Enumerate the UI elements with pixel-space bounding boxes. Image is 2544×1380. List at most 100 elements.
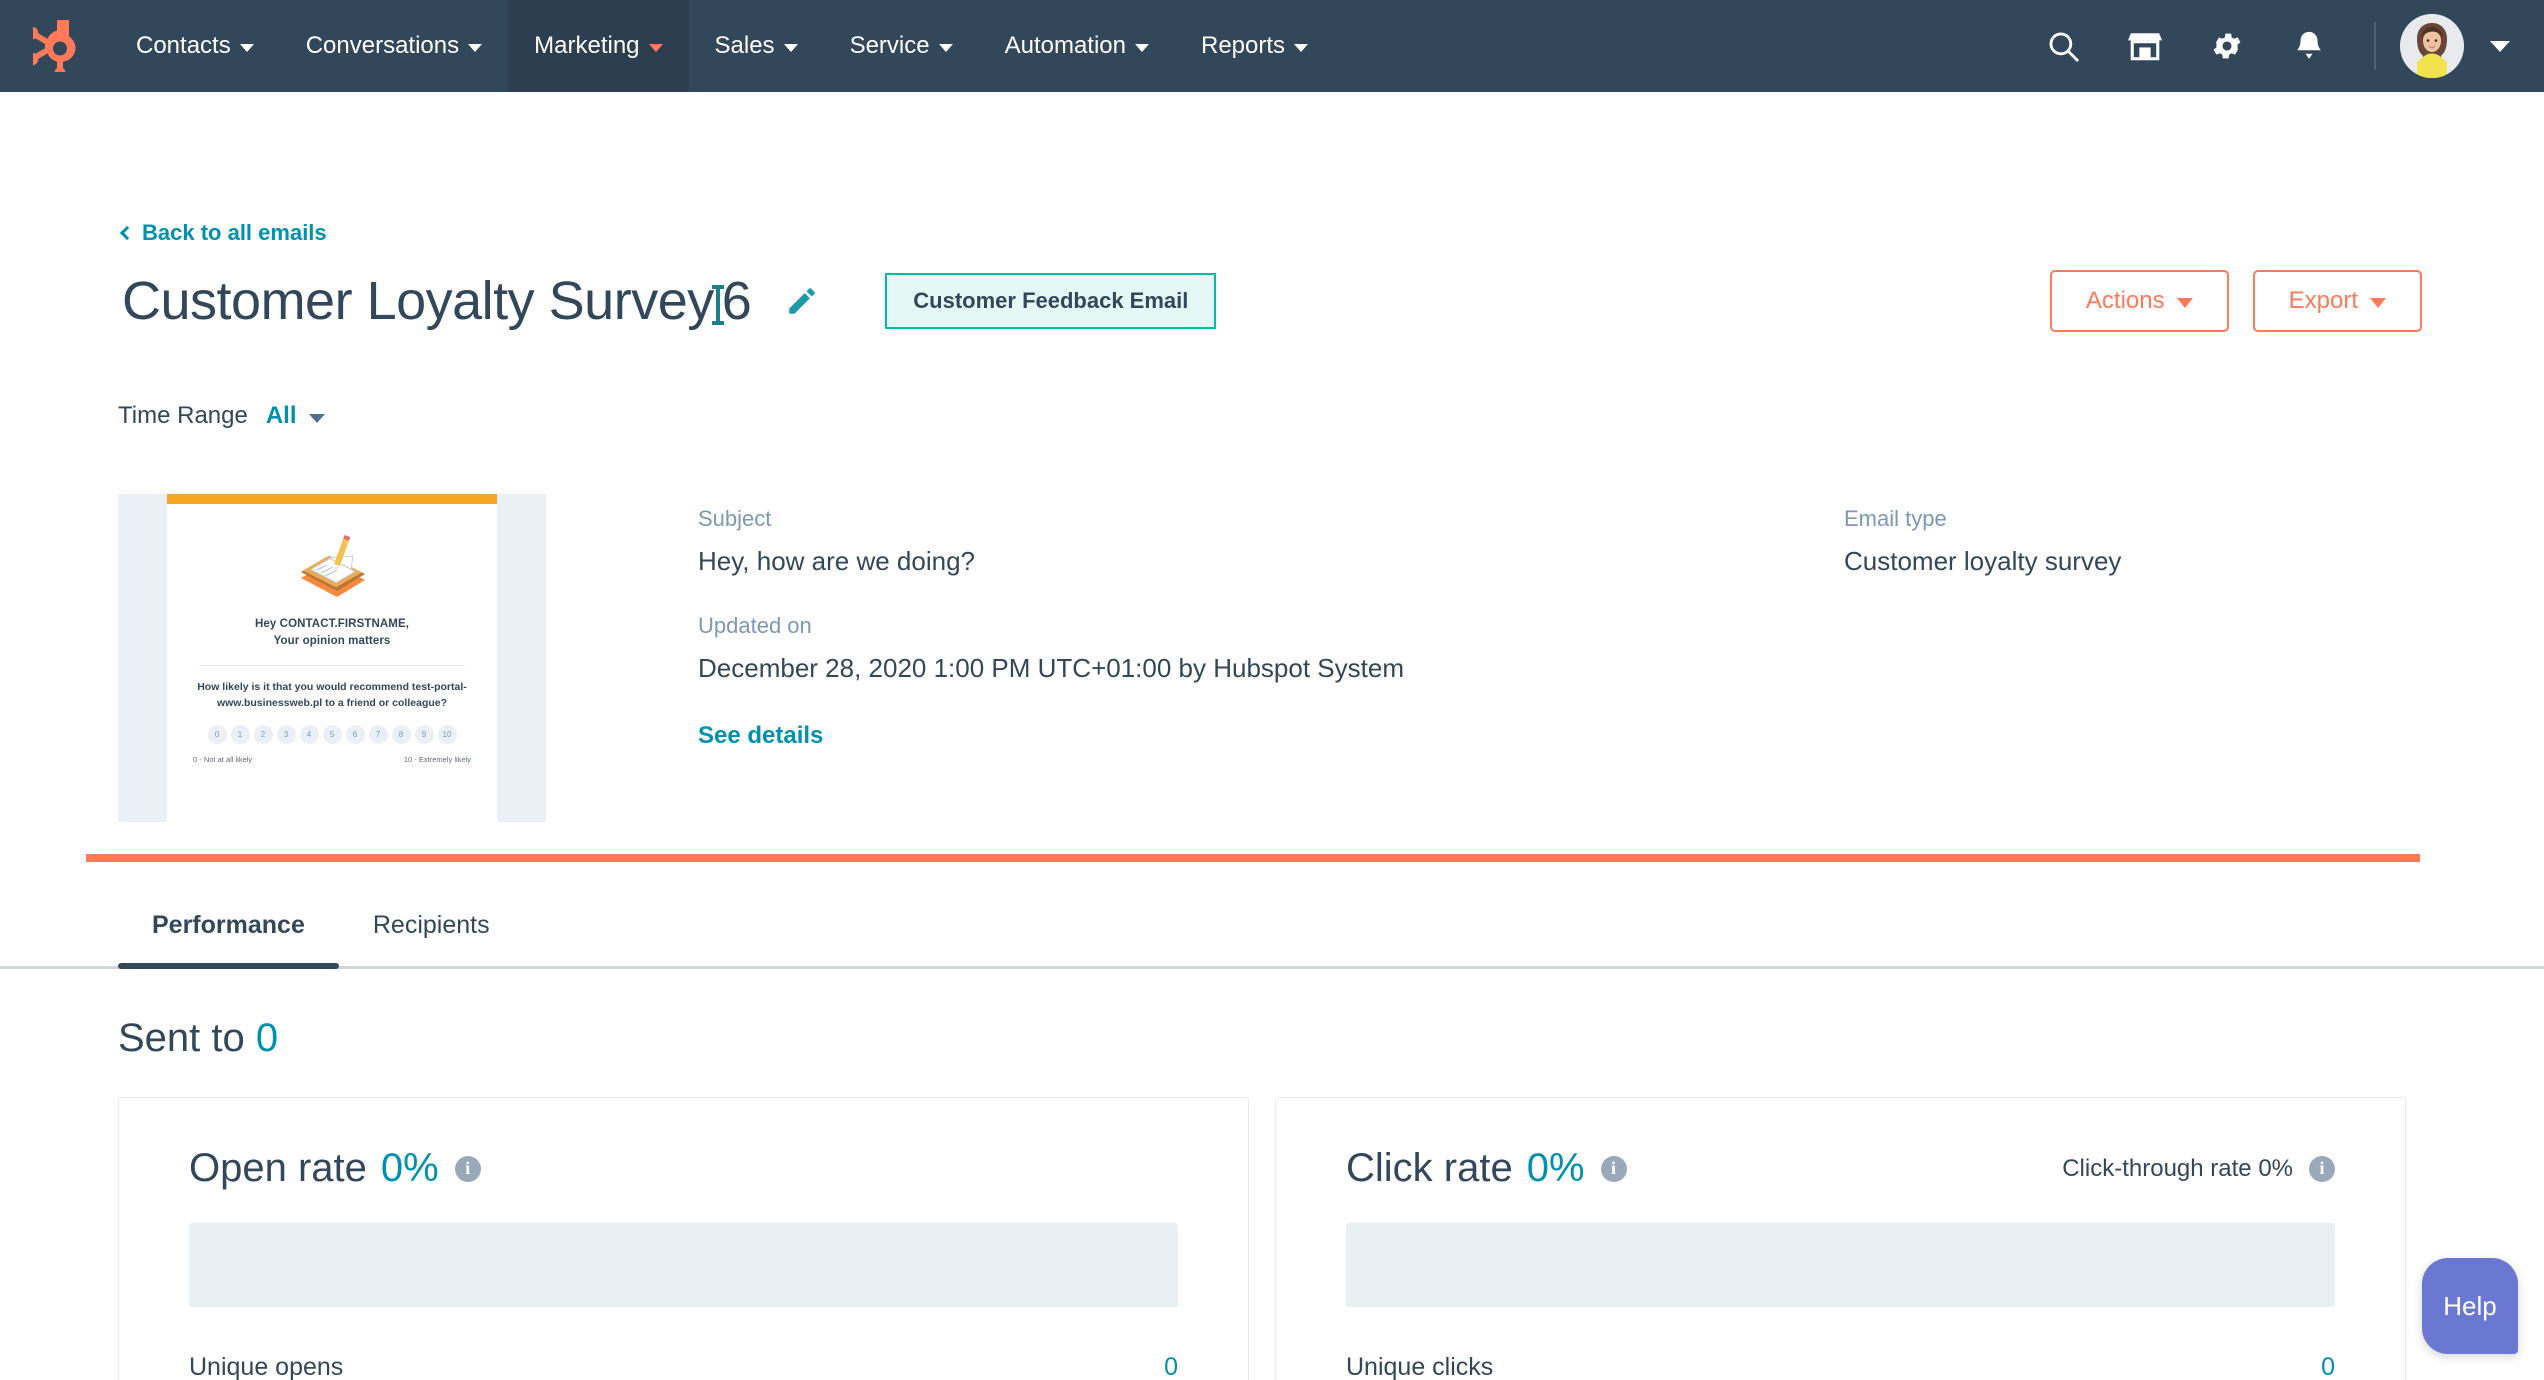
nav-item-label: Automation — [1004, 32, 1126, 59]
scale-dot: 2 — [253, 724, 273, 744]
back-link-label: Back to all emails — [142, 220, 327, 245]
unique-clicks-value: 0 — [2321, 1353, 2335, 1380]
tab-list: Performance Recipients — [118, 911, 524, 969]
sent-to-heading: Sent to 0 — [118, 1016, 278, 1061]
scale-dot: 4 — [299, 724, 319, 744]
time-range-filter: Time Range All — [118, 402, 325, 430]
avatar[interactable] — [2400, 14, 2464, 78]
open-rate-label: Open rate — [189, 1146, 367, 1190]
tab-label: Performance — [152, 911, 305, 939]
time-range-label: Time Range — [118, 402, 248, 429]
email-type-column: Email type Customer loyalty survey — [1404, 494, 2121, 822]
nav-item-contacts[interactable]: Contacts — [110, 0, 280, 92]
scale-low-label: 0 - Not at all likely — [193, 754, 253, 764]
top-navigation-bar: Contacts Conversations Marketing Sales S… — [0, 0, 2544, 92]
info-circle-icon[interactable]: i — [2309, 1155, 2335, 1182]
unique-opens-row: Unique opens 0 — [189, 1307, 1178, 1380]
email-preview-accent-bar — [167, 494, 497, 504]
click-rate-bar-placeholder — [1346, 1223, 2335, 1307]
sent-to-value: 0 — [255, 1016, 279, 1060]
updated-on-label: Updated on — [698, 613, 812, 638]
chevron-down-icon[interactable] — [2490, 40, 2510, 52]
info-circle-icon[interactable]: i — [454, 1155, 481, 1182]
nav-item-label: Reports — [1201, 32, 1286, 59]
nav-item-service[interactable]: Service — [824, 0, 979, 92]
primary-nav-items: Contacts Conversations Marketing Sales S… — [110, 0, 1334, 92]
title-actions: Actions Export — [2049, 270, 2422, 332]
chevron-left-icon — [119, 225, 135, 240]
click-rate-card: Click rate 0% i Click-through rate 0% i … — [1275, 1097, 2406, 1380]
status-badge: Customer Feedback Email — [885, 273, 1217, 329]
preview-divider — [199, 665, 465, 667]
nav-utility-icons — [2022, 0, 2544, 92]
unique-clicks-label: Unique clicks — [1346, 1353, 1494, 1380]
click-rate-header: Click rate 0% i Click-through rate 0% i — [1346, 1146, 2335, 1191]
chevron-down-icon — [1135, 44, 1149, 52]
nav-item-conversations[interactable]: Conversations — [280, 0, 508, 92]
nav-divider — [2374, 22, 2376, 70]
subject-label: Subject — [698, 506, 772, 531]
scale-dot: 8 — [391, 724, 411, 744]
scale-high-label: 10 - Extremely likely — [403, 754, 471, 764]
open-rate-value: 0% — [380, 1146, 439, 1190]
chevron-down-icon — [2370, 298, 2386, 308]
search-icon[interactable] — [2022, 0, 2104, 92]
scale-dot: 3 — [276, 724, 296, 744]
nav-item-automation[interactable]: Automation — [979, 0, 1175, 92]
tab-recipients[interactable]: Recipients — [339, 911, 524, 966]
clipboard-pencil-icon — [301, 534, 365, 597]
tabs-section: Performance Recipients — [0, 858, 2544, 969]
hubspot-sprocket-logo[interactable] — [0, 0, 110, 92]
chevron-down-icon — [308, 413, 325, 423]
tab-performance[interactable]: Performance — [118, 911, 339, 969]
back-to-all-emails-link[interactable]: Back to all emails — [119, 220, 327, 246]
nav-item-sales[interactable]: Sales — [689, 0, 824, 92]
scale-dot: 1 — [230, 724, 250, 744]
chevron-down-icon — [468, 44, 483, 52]
email-preview-thumbnail[interactable]: Hey CONTACT.FIRSTNAME, Your opinion matt… — [118, 494, 546, 822]
title-row: Customer Loyalty Survey 6 Customer Feedba… — [122, 270, 2422, 332]
click-rate-value: 0% — [1526, 1146, 1585, 1190]
actions-button-label: Actions — [2085, 287, 2165, 314]
click-through-rate-value: 0% — [2258, 1154, 2293, 1182]
time-range-dropdown[interactable]: All — [266, 402, 325, 430]
chevron-down-icon — [648, 44, 663, 52]
preview-nps-scale: 0 1 2 3 4 5 6 7 8 9 10 — [191, 724, 473, 744]
unique-opens-value: 0 — [1164, 1353, 1178, 1380]
click-through-rate-group: Click-through rate 0% i — [2062, 1155, 2335, 1183]
open-rate-bar-placeholder — [189, 1223, 1178, 1307]
help-button[interactable]: Help — [2422, 1258, 2518, 1354]
text-cursor-ibeam — [711, 285, 724, 325]
export-button[interactable]: Export — [2252, 270, 2422, 332]
settings-gear-icon[interactable] — [2186, 0, 2268, 92]
actions-button[interactable]: Actions — [2049, 270, 2229, 332]
time-range-value: All — [265, 402, 297, 429]
open-rate-header: Open rate 0% i — [189, 1146, 1178, 1191]
info-circle-icon[interactable]: i — [1600, 1155, 1627, 1182]
nav-item-label: Contacts — [136, 32, 231, 59]
nav-item-reports[interactable]: Reports — [1175, 0, 1334, 92]
chevron-down-icon — [938, 44, 953, 52]
email-summary: Hey CONTACT.FIRSTNAME, Your opinion matt… — [118, 494, 2426, 822]
updated-on-value: December 28, 2020 1:00 PM UTC+01:00 by H… — [698, 653, 1404, 683]
pencil-edit-icon[interactable] — [785, 284, 819, 318]
preview-scale-labels: 0 - Not at all likely 10 - Extremely lik… — [191, 755, 473, 764]
preview-greeting-line1: Hey CONTACT.FIRSTNAME, — [254, 618, 410, 630]
nav-item-label: Service — [849, 32, 930, 59]
open-rate-title-group: Open rate 0% — [189, 1146, 439, 1191]
subject-value: Hey, how are we doing? — [698, 546, 976, 576]
marketplace-icon[interactable] — [2104, 0, 2186, 92]
notifications-bell-icon[interactable] — [2268, 0, 2350, 92]
click-rate-title-group: Click rate 0% — [1346, 1146, 1585, 1191]
scale-dot: 6 — [345, 724, 365, 744]
see-details-link[interactable]: See details — [698, 722, 823, 750]
page-title[interactable]: Customer Loyalty Survey 6 — [122, 270, 752, 332]
scale-dot: 7 — [368, 724, 388, 744]
click-rate-label: Click rate — [1346, 1146, 1513, 1190]
email-preview-body: Hey CONTACT.FIRSTNAME, Your opinion matt… — [167, 504, 497, 764]
unique-opens-label: Unique opens — [189, 1353, 344, 1380]
nav-item-marketing[interactable]: Marketing — [508, 0, 689, 92]
scale-dot: 10 — [437, 724, 457, 744]
